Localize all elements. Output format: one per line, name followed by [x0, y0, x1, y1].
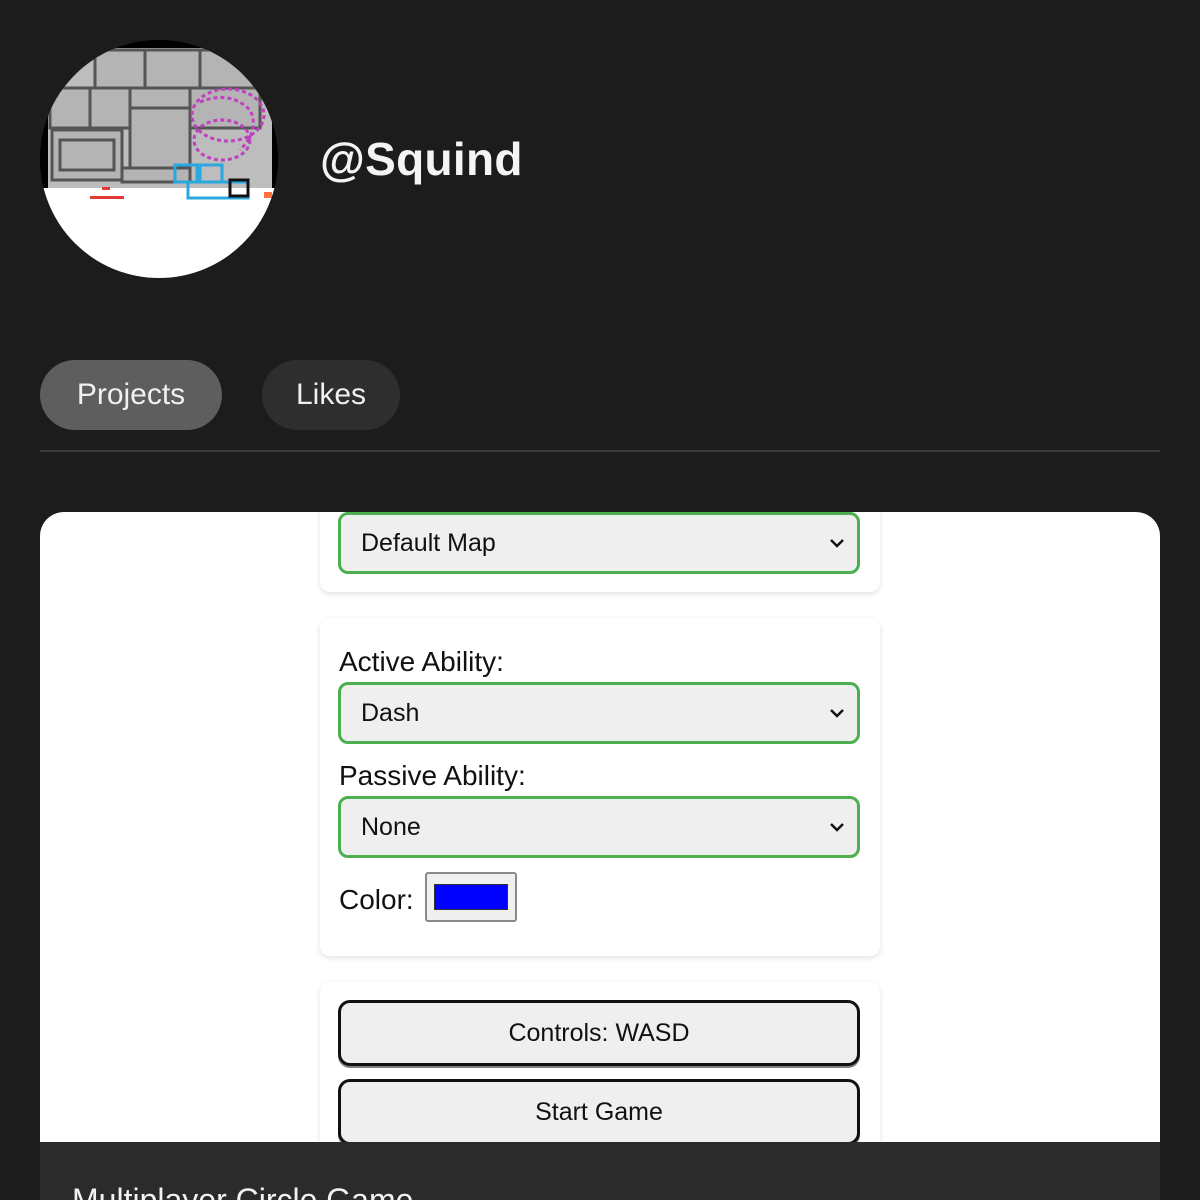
tab-projects[interactable]: Projects [40, 360, 222, 430]
color-picker[interactable] [425, 872, 517, 922]
map-panel: Default Map [320, 512, 880, 592]
chevron-down-icon [830, 823, 844, 832]
username: @Squind [320, 133, 523, 185]
profile-page: @Squind Projects Likes Default Map Activ… [0, 0, 1200, 1200]
color-swatch [434, 884, 508, 910]
map-select[interactable]: Default Map [338, 512, 860, 574]
start-game-button[interactable]: Start Game [338, 1079, 860, 1145]
pixel-art-avatar-icon [40, 40, 278, 278]
active-ability-value: Dash [361, 698, 420, 727]
passive-ability-value: None [361, 812, 421, 841]
chevron-down-icon [830, 539, 844, 548]
passive-ability-select[interactable]: None [338, 796, 860, 858]
project-title[interactable]: Multiplayer Circle Game [72, 1182, 413, 1200]
active-ability-select[interactable]: Dash [338, 682, 860, 744]
project-card[interactable]: Default Map Active Ability: Dash Passive… [40, 512, 1160, 1200]
project-footer: Multiplayer Circle Game [40, 1142, 1160, 1200]
color-label: Color: [339, 884, 414, 915]
avatar[interactable] [40, 40, 278, 278]
tab-divider [40, 450, 1160, 452]
controls-button[interactable]: Controls: WASD [338, 1000, 860, 1066]
passive-ability-label: Passive Ability: [339, 760, 526, 791]
abilities-panel: Active Ability: Dash Passive Ability: No… [320, 618, 880, 956]
map-select-value: Default Map [361, 528, 496, 557]
chevron-down-icon [830, 709, 844, 718]
active-ability-label: Active Ability: [339, 646, 504, 677]
tab-likes[interactable]: Likes [262, 360, 400, 430]
